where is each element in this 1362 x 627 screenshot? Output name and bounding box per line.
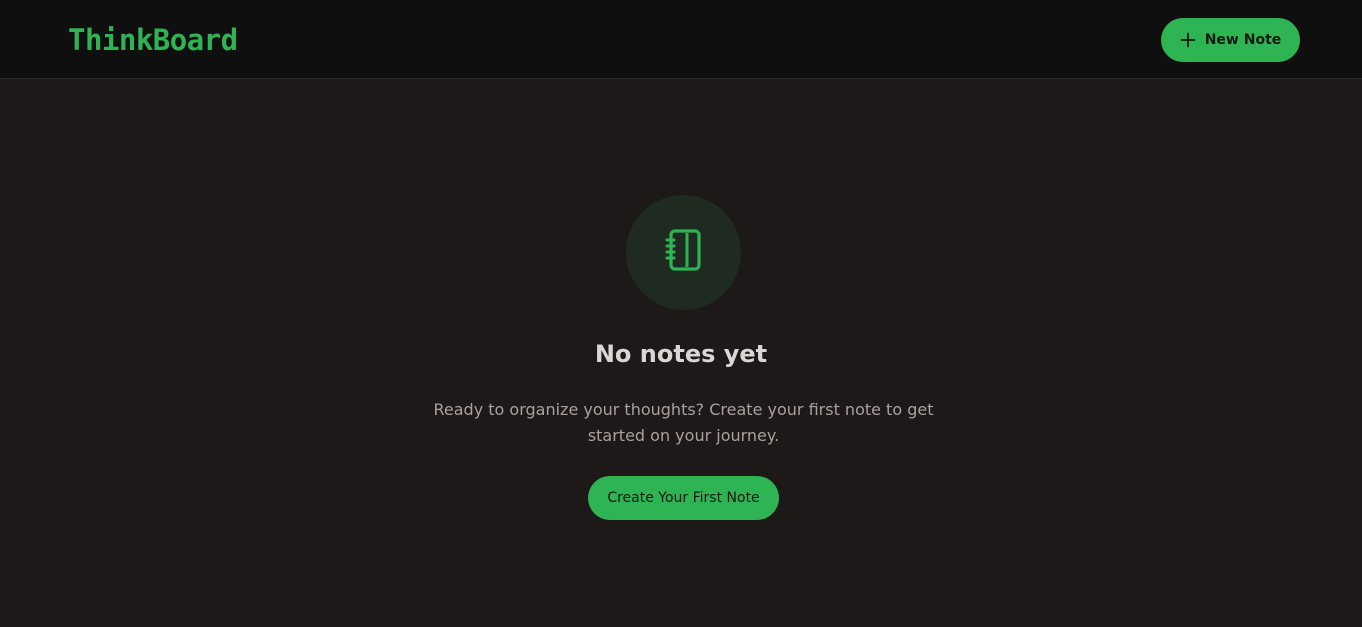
empty-state-title: No notes yet <box>594 340 768 368</box>
notebook-icon <box>664 229 704 276</box>
create-first-note-button[interactable]: Create Your First Note <box>588 476 779 520</box>
empty-state-description: Ready to organize your thoughts? Create … <box>433 400 934 445</box>
plus-icon <box>1180 32 1196 48</box>
empty-state: No notes yet Ready to organize your thou… <box>0 79 1362 627</box>
app-header: ThinkBoard New Note <box>0 0 1362 79</box>
new-note-label: New Note <box>1204 32 1282 48</box>
app-logo[interactable]: ThinkBoard <box>68 21 238 59</box>
empty-state-icon-circle <box>626 195 741 310</box>
new-note-button[interactable]: New Note <box>1161 18 1300 62</box>
